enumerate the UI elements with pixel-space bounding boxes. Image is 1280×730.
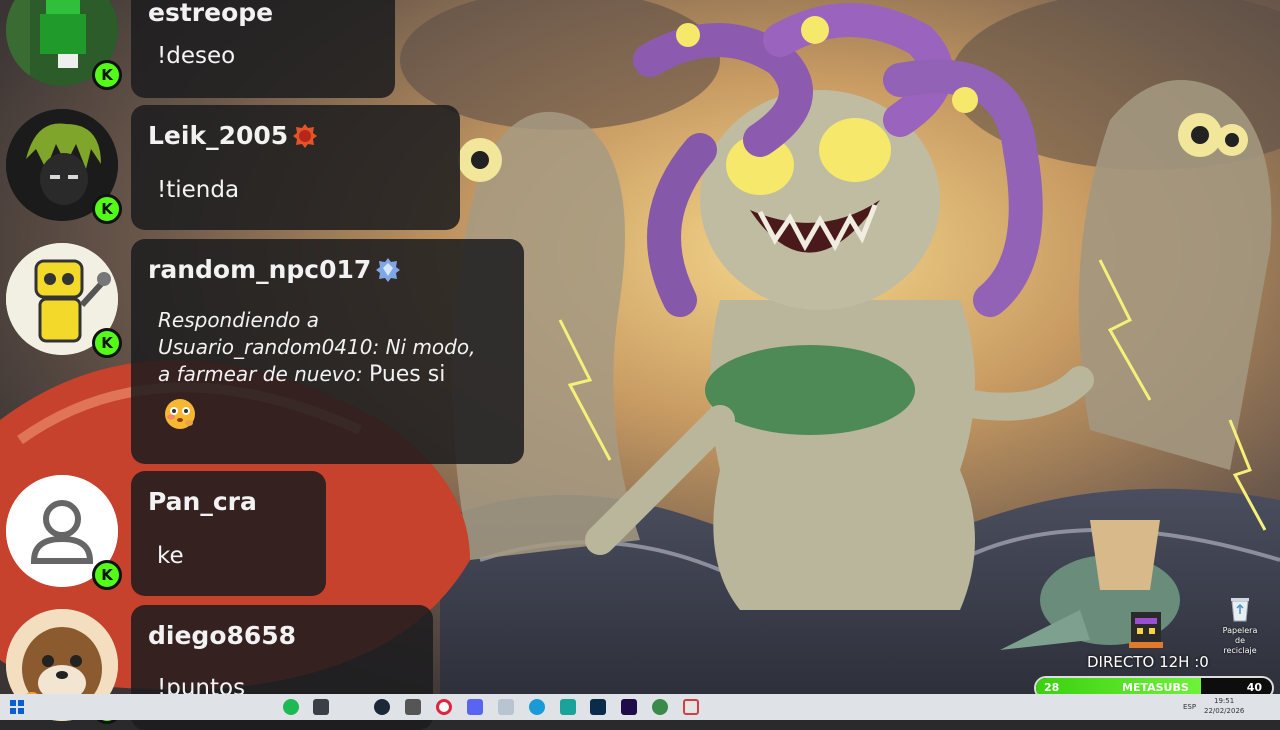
pixel-mascot-icon — [1129, 612, 1163, 648]
recycle-bin[interactable]: Papelera de reciclaje — [1218, 596, 1262, 656]
taskbar-app-icon[interactable] — [652, 699, 668, 715]
chat-text: ke — [157, 543, 184, 569]
kick-badge: K — [92, 194, 122, 224]
chat-username[interactable]: diego8658 — [148, 621, 296, 650]
taskbar-edge-icon[interactable] — [529, 699, 545, 715]
taskbar: ESP 19:51 22/02/2026 — [0, 694, 1280, 720]
reply-target: Usuario_random0410: Ni modo, — [158, 335, 476, 359]
goal-current: 28 — [1044, 681, 1060, 694]
goal-label: METASUBS — [1122, 681, 1189, 694]
taskbar-date[interactable]: 22/02/2026 — [1204, 707, 1244, 715]
red-shield-icon — [293, 123, 318, 148]
chat-username[interactable]: random_npc017 — [148, 255, 371, 284]
windows-start-icon[interactable] — [10, 700, 24, 714]
goal-target: 40 — [1246, 681, 1262, 694]
taskbar-premiere-icon[interactable] — [621, 699, 637, 715]
recycle-bin-icon — [1231, 598, 1249, 622]
blue-gem-icon — [376, 257, 401, 282]
chat-text: !tienda — [157, 177, 240, 203]
taskbar-app-icon[interactable] — [498, 699, 514, 715]
kick-badge: K — [92, 60, 122, 90]
reply-context[interactable]: Respondiendo a Usuario_random0410: Ni mo… — [158, 307, 475, 388]
flushed-thinking-emoji-icon — [165, 399, 195, 429]
language-indicator[interactable]: ESP — [1183, 703, 1196, 711]
reply-prefix: Respondiendo a — [158, 308, 320, 332]
chat-text: !deseo — [157, 43, 236, 69]
taskbar-opera-icon[interactable] — [436, 699, 452, 715]
chat-bubble: random_npc017 Respondiendo a Usuario_ran… — [131, 239, 524, 464]
stream-status-text: DIRECTO 12H :0 — [1087, 653, 1209, 671]
chat-username[interactable]: Pan_cra — [148, 487, 257, 516]
recycle-bin-label: Papelera de reciclaje — [1222, 626, 1258, 655]
chat-text: Pues si — [368, 362, 446, 387]
taskbar-app-icon[interactable] — [683, 699, 699, 715]
chat-username[interactable]: estreope — [148, 0, 273, 27]
chat-bubble: Pan_cra ke — [131, 471, 326, 596]
taskbar-app-icon[interactable] — [313, 699, 329, 715]
chat-username[interactable]: Leik_2005 — [148, 121, 288, 150]
chat-bubble: Leik_2005 !tienda — [131, 105, 460, 230]
kick-badge: K — [92, 328, 122, 358]
chat-bubble: estreope !deseo — [131, 0, 395, 98]
reply-quote: a farmear de nuevo: — [158, 362, 363, 386]
taskbar-spotify-icon[interactable] — [283, 699, 299, 715]
taskbar-discord-icon[interactable] — [467, 699, 483, 715]
taskbar-app-icon[interactable] — [560, 699, 576, 715]
taskbar-photoshop-icon[interactable] — [590, 699, 606, 715]
taskbar-app-icon[interactable] — [405, 699, 421, 715]
kick-badge: K — [92, 560, 122, 590]
taskbar-steam-icon[interactable] — [374, 699, 390, 715]
taskbar-clock[interactable]: 19:51 — [1214, 697, 1234, 705]
